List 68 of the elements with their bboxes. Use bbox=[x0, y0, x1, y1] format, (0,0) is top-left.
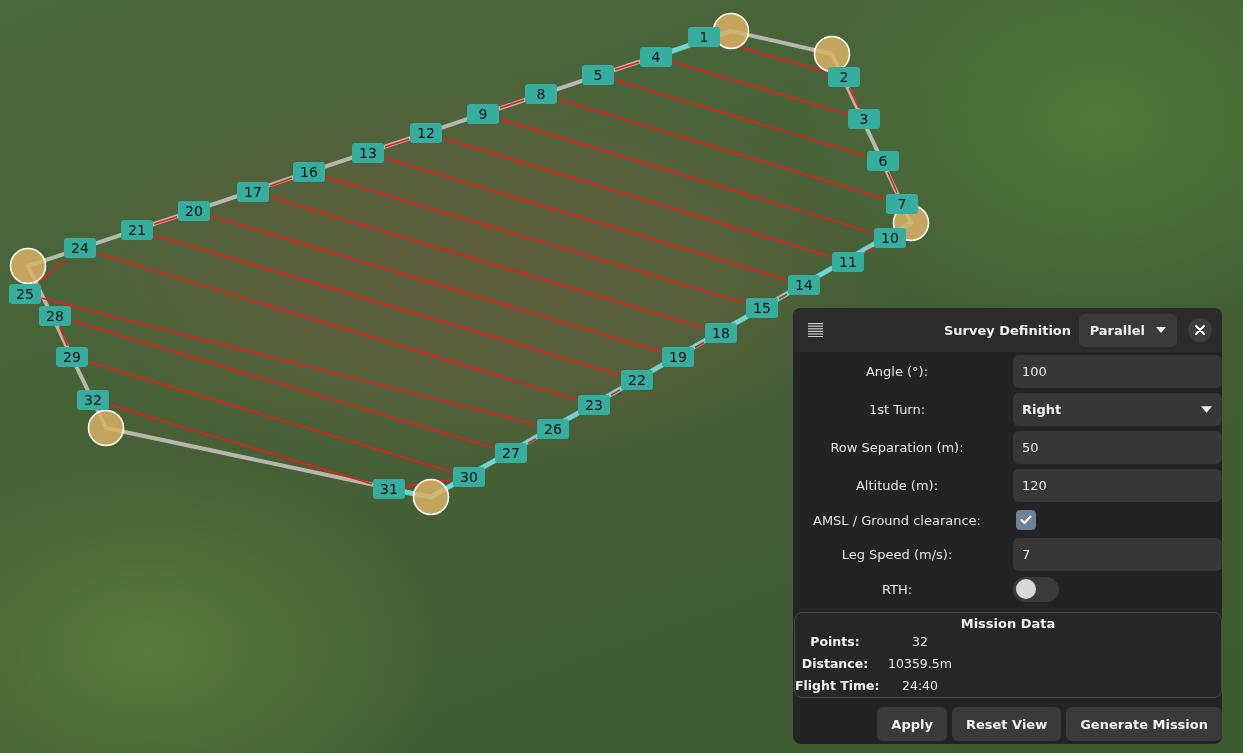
waypoint-label[interactable]: 26 bbox=[537, 419, 569, 439]
vertex-handle[interactable] bbox=[87, 409, 125, 447]
waypoint-label[interactable]: 29 bbox=[56, 347, 88, 367]
waypoint-label[interactable]: 21 bbox=[121, 220, 153, 240]
waypoint-label[interactable]: 16 bbox=[293, 162, 325, 182]
close-icon bbox=[1195, 325, 1205, 335]
panel-title: Survey Definition bbox=[943, 322, 1072, 338]
waypoint-label[interactable]: 27 bbox=[495, 443, 527, 463]
waypoint-label[interactable]: 23 bbox=[578, 395, 610, 415]
waypoint-label[interactable]: 17 bbox=[237, 182, 269, 202]
field-label: Leg Speed (m/s): bbox=[840, 547, 954, 562]
waypoint-label[interactable]: 7 bbox=[886, 194, 918, 214]
pattern-dropdown[interactable]: Parallel bbox=[1078, 313, 1177, 347]
field-label: AMSL / Ground clearance: bbox=[812, 512, 982, 528]
text-input-field[interactable]: 50 bbox=[1013, 431, 1222, 464]
vertex-handle[interactable] bbox=[412, 478, 450, 516]
waypoint-label[interactable]: 5 bbox=[582, 65, 614, 85]
menu-icon[interactable] bbox=[808, 323, 823, 337]
waypoint-label[interactable]: 13 bbox=[352, 143, 384, 163]
text-input-field[interactable]: 120 bbox=[1013, 469, 1222, 502]
checkbox[interactable] bbox=[1016, 510, 1036, 530]
field-label: RTH: bbox=[880, 581, 914, 597]
waypoint-label[interactable]: 20 bbox=[178, 201, 210, 221]
text-input-field[interactable]: 7 bbox=[1013, 538, 1222, 571]
waypoint-label[interactable]: 31 bbox=[373, 479, 405, 499]
waypoint-label[interactable]: 12 bbox=[410, 123, 442, 143]
vertex-handle[interactable] bbox=[9, 247, 47, 285]
waypoint-label[interactable]: 9 bbox=[467, 104, 499, 124]
stat-label: Points: bbox=[809, 633, 861, 651]
checkmark-icon bbox=[1020, 515, 1032, 525]
waypoint-label[interactable]: 30 bbox=[453, 467, 485, 487]
waypoint-label[interactable]: 10 bbox=[874, 228, 906, 248]
waypoint-label[interactable]: 22 bbox=[621, 370, 653, 390]
waypoint-label[interactable]: 11 bbox=[832, 252, 864, 272]
text-input-field[interactable]: 100 bbox=[1013, 355, 1222, 388]
vertex-handle[interactable] bbox=[712, 12, 750, 50]
waypoint-label[interactable]: 14 bbox=[788, 275, 820, 295]
field-label: Angle (°): bbox=[864, 364, 930, 379]
vertex-handle[interactable] bbox=[813, 35, 851, 73]
waypoint-label[interactable]: 24 bbox=[64, 238, 96, 258]
reset-view-button[interactable]: Reset View bbox=[951, 707, 1062, 741]
waypoint-label[interactable]: 2 bbox=[828, 67, 860, 87]
waypoint-label[interactable]: 15 bbox=[746, 298, 778, 318]
waypoint-label[interactable]: 25 bbox=[9, 284, 41, 304]
generate-mission-button[interactable]: Generate Mission bbox=[1066, 707, 1222, 741]
apply-button[interactable]: Apply bbox=[877, 707, 947, 741]
field-label: Row Separation (m): bbox=[829, 440, 965, 455]
field-label: 1st Turn: bbox=[867, 402, 927, 417]
stat-value: 10359.5m bbox=[887, 655, 953, 673]
waypoint-label[interactable]: 32 bbox=[77, 390, 109, 410]
waypoint-label[interactable]: 6 bbox=[867, 151, 899, 171]
waypoint-label[interactable]: 19 bbox=[662, 347, 694, 367]
stat-label: Distance: bbox=[800, 655, 870, 673]
stat-value: 32 bbox=[911, 633, 929, 651]
field-label: Altitude (m): bbox=[854, 478, 940, 493]
section-title: Mission Data bbox=[959, 616, 1057, 631]
close-button[interactable] bbox=[1188, 318, 1212, 342]
waypoint-label[interactable]: 28 bbox=[39, 306, 71, 326]
waypoint-label[interactable]: 4 bbox=[640, 47, 672, 67]
waypoint-label[interactable]: 18 bbox=[705, 323, 737, 343]
dropdown-field[interactable]: Right bbox=[1013, 393, 1222, 426]
toggle-switch[interactable] bbox=[1013, 576, 1059, 602]
caret-icon bbox=[1156, 327, 1166, 333]
waypoint-label[interactable]: 3 bbox=[848, 109, 880, 129]
caret-icon bbox=[1201, 406, 1212, 413]
stat-value: 24:40 bbox=[901, 677, 939, 695]
waypoint-label[interactable]: 8 bbox=[525, 84, 557, 104]
waypoint-label[interactable]: 1 bbox=[688, 27, 720, 47]
